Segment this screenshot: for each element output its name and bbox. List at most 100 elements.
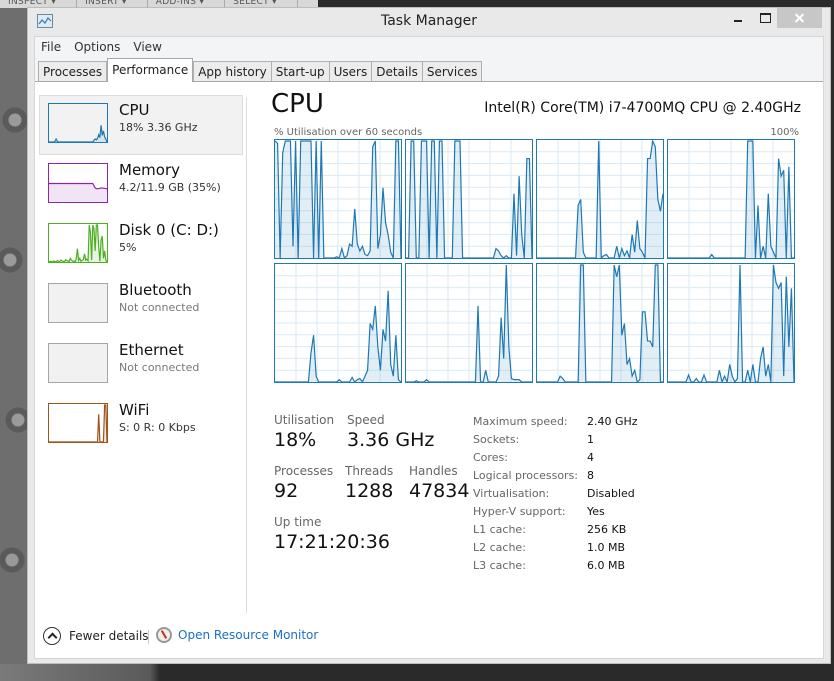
processes-label: Processes bbox=[274, 464, 334, 478]
thumbnail-series-line bbox=[49, 404, 107, 442]
spec-row: L3 cache: 6.0 MB bbox=[473, 559, 673, 577]
detail-title: CPU bbox=[271, 89, 324, 119]
bluetooth-thumbnail-graph bbox=[48, 283, 108, 323]
spec-value: 6.0 MB bbox=[587, 559, 626, 572]
cpu-specs: Maximum speed: 2.40 GHz Sockets: 1 Cores: 4… bbox=[473, 415, 673, 577]
thumbnail-series-area bbox=[49, 125, 107, 142]
spec-key: Logical processors: bbox=[473, 469, 579, 482]
fewer-details-label: Fewer details bbox=[69, 629, 149, 643]
open-resource-monitor-link[interactable]: Open Resource Monitor bbox=[156, 627, 318, 643]
cpu-model-name: Intel(R) Core(TM) i7-4700MQ CPU @ 2.40GH… bbox=[484, 100, 801, 116]
spec-key: Hyper-V support: bbox=[473, 505, 566, 518]
sidebar-item-name: Disk 0 (C: D:) bbox=[119, 221, 219, 239]
panel-divider[interactable] bbox=[246, 97, 247, 613]
spec-value: 1 bbox=[587, 433, 594, 446]
tab-bar: Processes Performance App history Start-… bbox=[35, 57, 823, 82]
sidebar-item-bluetooth[interactable]: Bluetooth Not connected bbox=[39, 275, 243, 335]
tab-performance[interactable]: Performance bbox=[107, 58, 194, 82]
window-title: Task Manager bbox=[380, 13, 478, 29]
sidebar-item-value: Not connected bbox=[119, 301, 200, 314]
close-button[interactable] bbox=[777, 8, 822, 28]
tab-app-history[interactable]: App history bbox=[193, 61, 272, 81]
core-graph-svg bbox=[406, 264, 532, 382]
sidebar-item-value: Not connected bbox=[119, 361, 200, 374]
uptime-label: Up time bbox=[274, 515, 322, 529]
spec-value: 256 KB bbox=[587, 523, 627, 536]
core-graph-svg bbox=[668, 140, 794, 258]
ethernet-thumbnail-graph bbox=[48, 343, 108, 383]
sidebar-item-name: Memory bbox=[119, 161, 181, 179]
spec-value: 4 bbox=[587, 451, 594, 464]
sidebar-item-value: 18% 3.36 GHz bbox=[119, 121, 198, 134]
sidebar-item-name: Ethernet bbox=[119, 341, 184, 359]
tab-users[interactable]: Users bbox=[328, 61, 373, 81]
logical-processor-graph bbox=[274, 139, 402, 259]
title-bar[interactable]: Task Manager bbox=[28, 8, 830, 36]
logical-processor-graph bbox=[405, 139, 533, 259]
logical-processor-graphs[interactable] bbox=[274, 139, 800, 386]
core-graph-svg bbox=[275, 140, 401, 258]
spec-row: L1 cache: 256 KB bbox=[473, 523, 673, 541]
utilisation-value: 18% bbox=[274, 429, 317, 451]
spec-row: Cores: 4 bbox=[473, 451, 673, 469]
sidebar-item-memory[interactable]: Memory 4.2/11.9 GB (35%) bbox=[39, 155, 243, 215]
minimize-button[interactable] bbox=[725, 8, 751, 28]
menu-bar: File Options View bbox=[35, 37, 823, 57]
processes-value: 92 bbox=[274, 480, 299, 502]
core-graph-svg bbox=[668, 264, 794, 382]
cpu-thumbnail-graph bbox=[48, 103, 108, 143]
spec-key: L3 cache: bbox=[473, 559, 526, 572]
resource-list: CPU 18% 3.36 GHz Memory 4.2/11.9 GB (35%… bbox=[39, 95, 243, 455]
maximize-button[interactable] bbox=[752, 8, 778, 28]
memory-thumbnail-graph bbox=[48, 163, 108, 203]
disk-thumbnail-graph bbox=[48, 223, 108, 263]
spec-key: L2 cache: bbox=[473, 541, 526, 554]
spec-key: Virtualisation: bbox=[473, 487, 550, 500]
tab-services[interactable]: Services bbox=[421, 61, 483, 81]
graph-caption: % Utilisation over 60 seconds bbox=[274, 127, 423, 138]
spec-value: 8 bbox=[587, 469, 594, 482]
sidebar-item-value: 4.2/11.9 GB (35%) bbox=[119, 181, 221, 194]
desktop-background-bottom bbox=[0, 664, 834, 681]
menu-options[interactable]: Options bbox=[74, 40, 120, 54]
sidebar-item-ethernet[interactable]: Ethernet Not connected bbox=[39, 335, 243, 395]
wifi-thumbnail-graph bbox=[48, 403, 108, 443]
task-manager-window: Task Manager File Options View Processes… bbox=[27, 7, 831, 664]
threads-label: Threads bbox=[345, 464, 394, 478]
fewer-details-button[interactable]: Fewer details bbox=[43, 627, 149, 645]
logical-processor-graph bbox=[405, 263, 533, 383]
tab-details[interactable]: Details bbox=[371, 61, 423, 81]
desktop-background bbox=[0, 0, 28, 681]
spec-row: Logical processors: 8 bbox=[473, 469, 673, 487]
uptime-value: 17:21:20:36 bbox=[274, 531, 390, 553]
performance-panel: CPU 18% 3.36 GHz Memory 4.2/11.9 GB (35%… bbox=[35, 83, 823, 658]
spec-key: L1 cache: bbox=[473, 523, 526, 536]
spec-value: 1.0 MB bbox=[587, 541, 626, 554]
tab-processes[interactable]: Processes bbox=[38, 61, 108, 81]
sidebar-item-name: WiFi bbox=[119, 401, 150, 419]
spec-value: 2.40 GHz bbox=[587, 415, 638, 428]
menu-file[interactable]: File bbox=[41, 40, 61, 54]
window-content: File Options View Processes Performance … bbox=[34, 36, 824, 659]
footer-separator bbox=[148, 630, 149, 644]
spec-row: L2 cache: 1.0 MB bbox=[473, 541, 673, 559]
logical-processor-graph bbox=[536, 263, 664, 383]
core-graph-svg bbox=[537, 264, 663, 382]
sidebar-item-disk[interactable]: Disk 0 (C: D:) 5% bbox=[39, 215, 243, 275]
footer-bar: Fewer details Open Resource Monitor bbox=[35, 614, 823, 658]
menu-view[interactable]: View bbox=[133, 40, 161, 54]
tab-start-up[interactable]: Start-up bbox=[270, 61, 330, 81]
thumbnail-series-area bbox=[49, 183, 107, 202]
sidebar-item-name: Bluetooth bbox=[119, 281, 192, 299]
spec-key: Sockets: bbox=[473, 433, 520, 446]
sidebar-item-value: S: 0 R: 0 Kbps bbox=[119, 421, 196, 434]
logical-processor-graph bbox=[536, 139, 664, 259]
logical-processor-graph bbox=[667, 139, 795, 259]
sidebar-item-wifi[interactable]: WiFi S: 0 R: 0 Kbps bbox=[39, 395, 243, 455]
spec-value: Disabled bbox=[587, 487, 635, 500]
logical-processor-graph bbox=[274, 263, 402, 383]
sidebar-item-cpu[interactable]: CPU 18% 3.36 GHz bbox=[39, 95, 243, 155]
graph-max-label: 100% bbox=[770, 127, 799, 138]
speed-value: 3.36 GHz bbox=[347, 429, 435, 451]
handles-label: Handles bbox=[409, 464, 458, 478]
